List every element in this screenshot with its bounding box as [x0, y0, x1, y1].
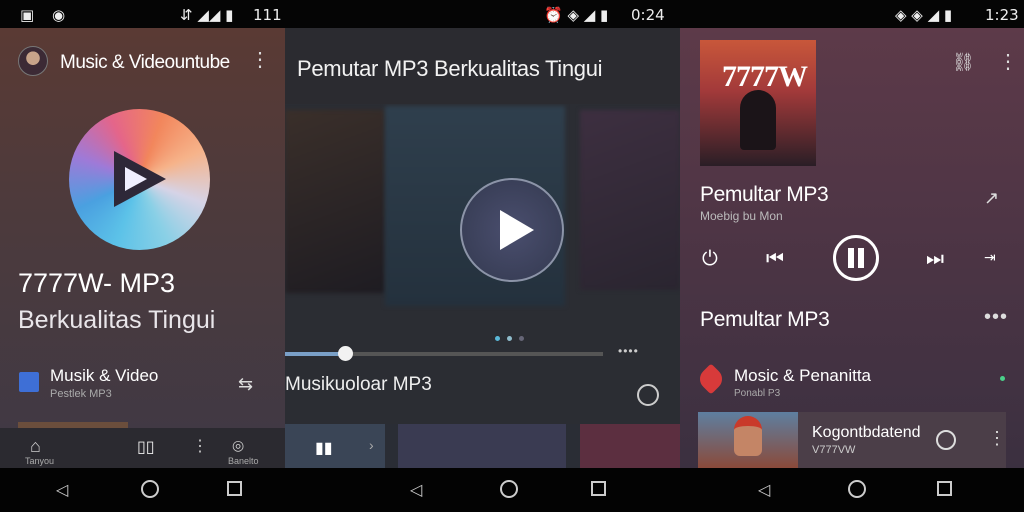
- tile-3[interactable]: [580, 424, 680, 468]
- row-thumbnail: [698, 412, 798, 468]
- play-icon: [500, 210, 534, 250]
- wifi-icon: ⏰ ◈ ◢ ▮: [544, 6, 609, 24]
- music-app-icon: [19, 372, 39, 392]
- page-dot-1[interactable]: [495, 336, 500, 341]
- pause-button[interactable]: [833, 235, 879, 281]
- list-sub: Ponabl P3: [734, 388, 781, 399]
- album-cover: 7777W: [700, 40, 816, 166]
- power-icon[interactable]: ⏻: [702, 246, 718, 270]
- tile-1[interactable]: ▮▮ ›: [285, 424, 385, 468]
- play-button[interactable]: [460, 178, 564, 282]
- playlist-icon[interactable]: ▯▯: [137, 437, 155, 456]
- back-icon[interactable]: ◁: [410, 480, 430, 500]
- list-title[interactable]: Mosic & Penanitta: [734, 366, 871, 386]
- avatar[interactable]: [18, 46, 48, 76]
- signal-icon: ⇵ ◢◢ ▮: [180, 6, 234, 24]
- app-title: Music & Videountube: [60, 52, 230, 73]
- progress-knob[interactable]: [338, 346, 354, 361]
- pause-icon: ▮▮: [315, 438, 333, 457]
- track-title: Pemultar MP3: [700, 183, 829, 206]
- status-clock-2: 0:24: [631, 6, 665, 24]
- mask-icon[interactable]: ◎: [232, 437, 244, 454]
- progress-track[interactable]: [285, 352, 603, 356]
- now-playing-panel: 7777W ⛓ ⋮ Pemultar MP3 Moebig bu Mon ↗ ⏻…: [680, 28, 1024, 468]
- song-title: Musikuoloar MP3: [285, 374, 432, 395]
- bottom-nav: ⌂ Tanyou ▯▯ ⋮ ◎ Banelto: [0, 428, 285, 468]
- home-nav-icon[interactable]: [848, 480, 868, 500]
- cast-icon[interactable]: ⇥: [984, 250, 996, 266]
- player-title: Pemutar MP3 Berkualitas Tingui: [297, 56, 603, 81]
- section-title: Pemultar MP3: [700, 308, 830, 331]
- network-icon: ◈ ◈ ◢ ▮: [895, 6, 953, 24]
- share-icon[interactable]: ⛓: [952, 52, 975, 73]
- notification-icon: ◉: [52, 6, 66, 24]
- back-icon[interactable]: ◁: [56, 480, 76, 500]
- section-more-icon[interactable]: •••: [984, 306, 1008, 329]
- tile-2[interactable]: [398, 424, 566, 468]
- previous-icon[interactable]: ⏮: [766, 246, 784, 270]
- more-options-icon[interactable]: ⋮: [998, 52, 1018, 72]
- status-bar: ▣ ◉ ⇵ ◢◢ ▮ 111 ⏰ ◈ ◢ ▮ 0:24 ◈ ◈ ◢ ▮ 1:23: [0, 0, 1024, 28]
- row-more-icon[interactable]: ⋮: [988, 428, 1006, 449]
- row-title: Kogontbdatend: [812, 424, 921, 441]
- cover-title: 7777W: [722, 60, 808, 93]
- home-nav-icon[interactable]: [141, 480, 161, 500]
- player-header: Pemutar MP3 Berkualitas Tingui: [285, 28, 680, 104]
- page-dot-3[interactable]: [519, 336, 524, 341]
- player-panel: Pemutar MP3 Berkualitas Tingui •••• Musi…: [285, 28, 680, 468]
- nav-mask-label: Banelto: [228, 456, 259, 466]
- next-icon[interactable]: ⏭: [926, 246, 944, 270]
- track-sub: Moebig bu Mon: [700, 209, 783, 223]
- home-icon[interactable]: ⌂: [30, 436, 41, 457]
- page-dot-2[interactable]: [507, 336, 512, 341]
- list-item[interactable]: Kogontbdatend V777VW ⋮: [698, 412, 1006, 468]
- logo-play-inner: [125, 167, 147, 191]
- close-icon[interactable]: [936, 430, 956, 450]
- row-figure: [734, 416, 762, 456]
- forward-icon[interactable]: ↗: [984, 188, 999, 209]
- chevron-right-icon: ›: [369, 437, 374, 453]
- subheadline: Berkualitas Tingui: [18, 306, 216, 334]
- share-icon[interactable]: ⇆: [238, 374, 253, 395]
- photo-icon: ▣: [20, 6, 35, 24]
- carousel-item-right[interactable]: [580, 110, 680, 290]
- system-nav-bar: ◁ ◁ ◁: [0, 468, 1024, 512]
- recents-icon[interactable]: [936, 480, 956, 500]
- pause-icon: [848, 248, 864, 268]
- drawer-item-title[interactable]: Musik & Video: [50, 366, 158, 386]
- app-logo: [69, 109, 210, 250]
- tile-strip: ▮▮ ›: [285, 424, 680, 468]
- more-options-icon[interactable]: ⋮: [250, 50, 270, 70]
- back-icon[interactable]: ◁: [758, 480, 778, 500]
- heart-icon[interactable]: [695, 363, 727, 395]
- recents-icon[interactable]: [226, 480, 246, 500]
- drawer-panel: Music & Videountube ⋮ 7777W- MP3 Berkual…: [0, 28, 285, 468]
- more-dots-icon[interactable]: ••••: [618, 344, 639, 358]
- shuffle-icon[interactable]: [637, 384, 659, 406]
- more-icon[interactable]: ⋮: [192, 436, 208, 456]
- status-dot: [1000, 376, 1005, 381]
- row-sub: V777VW: [812, 444, 856, 456]
- headline: 7777W- MP3: [18, 268, 176, 298]
- recents-icon[interactable]: [590, 480, 610, 500]
- cover-figure: [740, 90, 776, 150]
- status-clock-1: 111: [253, 6, 282, 24]
- progress-fill: [285, 352, 346, 356]
- carousel-item-left[interactable]: [285, 110, 385, 293]
- drawer-item-sub: Pestlek MP3: [50, 388, 112, 400]
- nav-home-label: Tanyou: [25, 456, 55, 466]
- home-nav-icon[interactable]: [500, 480, 520, 500]
- status-clock-3: 1:23: [985, 6, 1019, 24]
